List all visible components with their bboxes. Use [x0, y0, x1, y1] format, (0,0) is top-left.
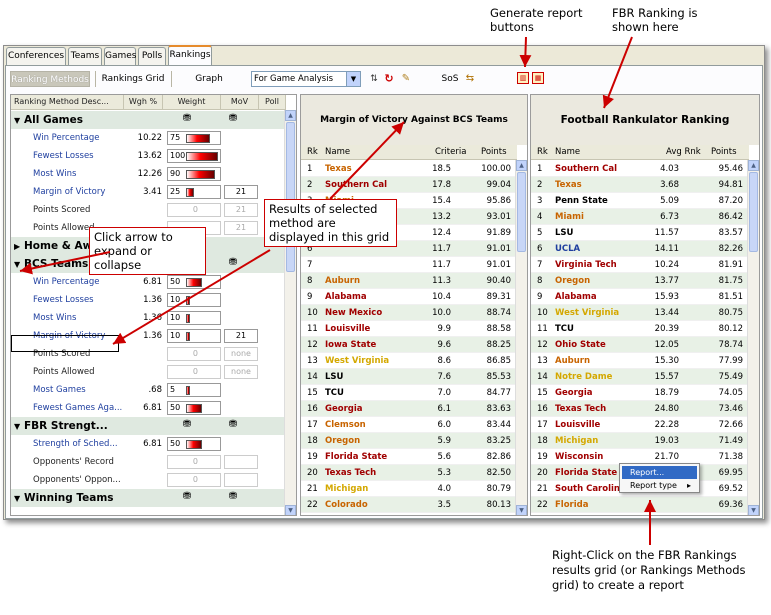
annotation-arrows [19, 36, 656, 545]
